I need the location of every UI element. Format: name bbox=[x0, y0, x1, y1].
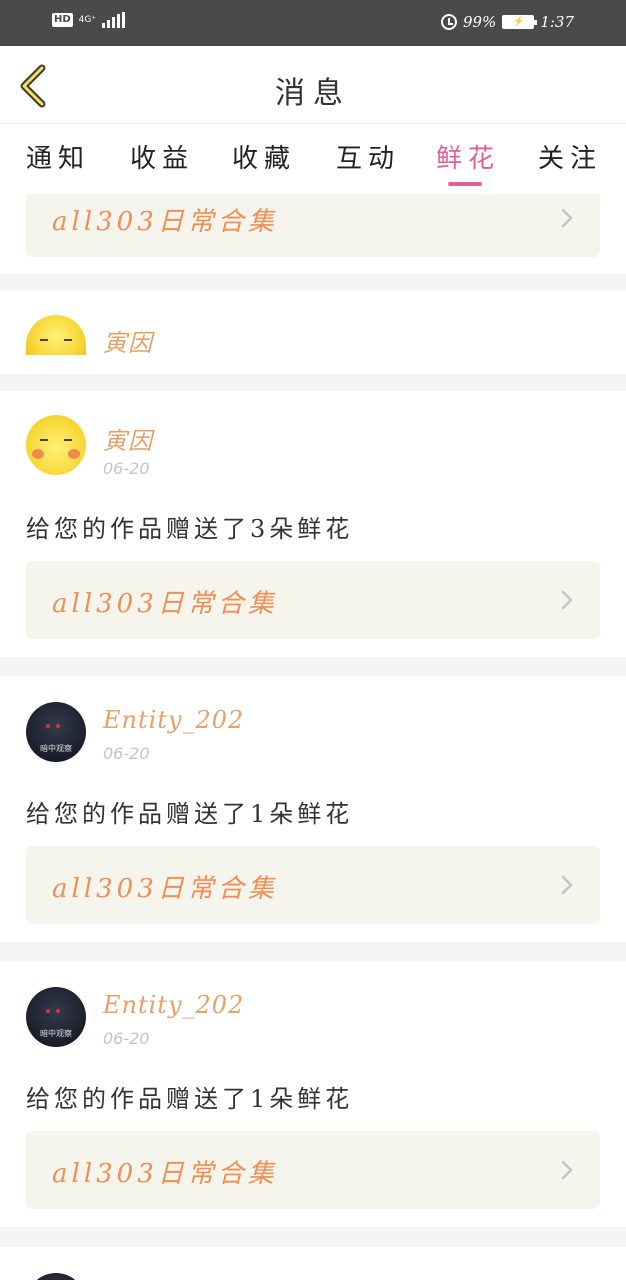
avatar[interactable] bbox=[26, 1273, 86, 1280]
work-title: all303日常合集 bbox=[52, 1159, 278, 1189]
avatar-eye bbox=[56, 724, 60, 728]
network-type: 4G⁺ bbox=[78, 14, 97, 25]
message-text: 给您的作品赠送了1朵鲜花 bbox=[26, 1085, 354, 1113]
list-item: 暗中观察 Entity_202 06-20 给您的作品赠送了1朵鲜花 all30… bbox=[0, 676, 626, 942]
flower-message-list[interactable]: all303日常合集 寅因 寅因 06-20 给您的作品赠送了3朵鲜花 all3… bbox=[0, 194, 626, 1280]
tab-earnings[interactable]: 收益 bbox=[130, 138, 194, 175]
avatar-eye bbox=[56, 1009, 60, 1013]
date: 06-20 bbox=[103, 744, 150, 763]
username[interactable]: 寅因 bbox=[103, 421, 153, 456]
work-title: all303日常合集 bbox=[52, 207, 278, 237]
tab-favorites[interactable]: 收藏 bbox=[232, 138, 296, 175]
page-title: 消息 bbox=[275, 76, 351, 111]
battery-icon: ⚡ bbox=[502, 15, 538, 29]
tab-bar: 通知 收益 收藏 互动 鲜花 关注 bbox=[0, 124, 626, 194]
avatar-cheek bbox=[32, 449, 44, 459]
chevron-right-icon bbox=[561, 875, 573, 895]
list-item: 寅因 bbox=[0, 291, 626, 374]
avatar[interactable]: 暗中观察 bbox=[26, 702, 86, 762]
status-left: HD 4G⁺ bbox=[52, 12, 126, 28]
avatar-eye bbox=[46, 1009, 50, 1013]
work-title: all303日常合集 bbox=[52, 589, 278, 619]
list-item bbox=[0, 1247, 626, 1280]
avatar-eye bbox=[46, 724, 50, 728]
avatar-eye bbox=[64, 439, 72, 441]
work-link[interactable]: all303日常合集 bbox=[26, 1131, 600, 1209]
work-title: all303日常合集 bbox=[52, 874, 278, 904]
status-right: 99% ⚡ 1:37 bbox=[440, 13, 574, 31]
active-tab-indicator bbox=[448, 182, 482, 186]
list-item: 寅因 06-20 给您的作品赠送了3朵鲜花 all303日常合集 bbox=[0, 391, 626, 657]
avatar-caption: 暗中观察 bbox=[40, 744, 72, 753]
avatar[interactable]: 暗中观察 bbox=[26, 987, 86, 1047]
hd-badge: HD bbox=[52, 13, 73, 27]
chevron-right-icon bbox=[561, 1160, 573, 1180]
message-text: 给您的作品赠送了1朵鲜花 bbox=[26, 800, 354, 828]
tab-flowers[interactable]: 鲜花 bbox=[436, 138, 500, 175]
avatar-eye bbox=[40, 339, 48, 341]
avatar[interactable] bbox=[26, 315, 86, 355]
tab-notice[interactable]: 通知 bbox=[26, 138, 90, 175]
avatar[interactable] bbox=[26, 415, 86, 475]
username[interactable]: Entity_202 bbox=[103, 991, 244, 1019]
avatar-caption: 暗中观察 bbox=[40, 1029, 72, 1038]
username[interactable]: 寅因 bbox=[103, 323, 153, 358]
app-header: 消息 bbox=[0, 46, 626, 124]
username[interactable]: Entity_202 bbox=[103, 706, 244, 734]
work-link[interactable]: all303日常合集 bbox=[26, 194, 600, 257]
signal-icon bbox=[102, 12, 126, 28]
date: 06-20 bbox=[103, 459, 150, 478]
tab-interaction[interactable]: 互动 bbox=[336, 138, 400, 175]
tab-follows[interactable]: 关注 bbox=[538, 138, 602, 175]
avatar-cheek bbox=[68, 449, 80, 459]
list-item: 暗中观察 Entity_202 06-20 给您的作品赠送了1朵鲜花 all30… bbox=[0, 961, 626, 1227]
battery-percent: 99% bbox=[462, 13, 497, 31]
status-bar: HD 4G⁺ 99% ⚡ 1:37 bbox=[0, 0, 626, 46]
message-text: 给您的作品赠送了3朵鲜花 bbox=[26, 515, 354, 543]
work-link[interactable]: all303日常合集 bbox=[26, 846, 600, 924]
date: 06-20 bbox=[103, 1029, 150, 1048]
list-item: all303日常合集 bbox=[0, 194, 626, 274]
clock: 1:37 bbox=[540, 13, 574, 31]
alarm-icon bbox=[440, 14, 457, 30]
chevron-right-icon bbox=[561, 208, 573, 228]
avatar-eye bbox=[64, 339, 72, 341]
work-link[interactable]: all303日常合集 bbox=[26, 561, 600, 639]
avatar-eye bbox=[40, 439, 48, 441]
chevron-right-icon bbox=[561, 590, 573, 610]
